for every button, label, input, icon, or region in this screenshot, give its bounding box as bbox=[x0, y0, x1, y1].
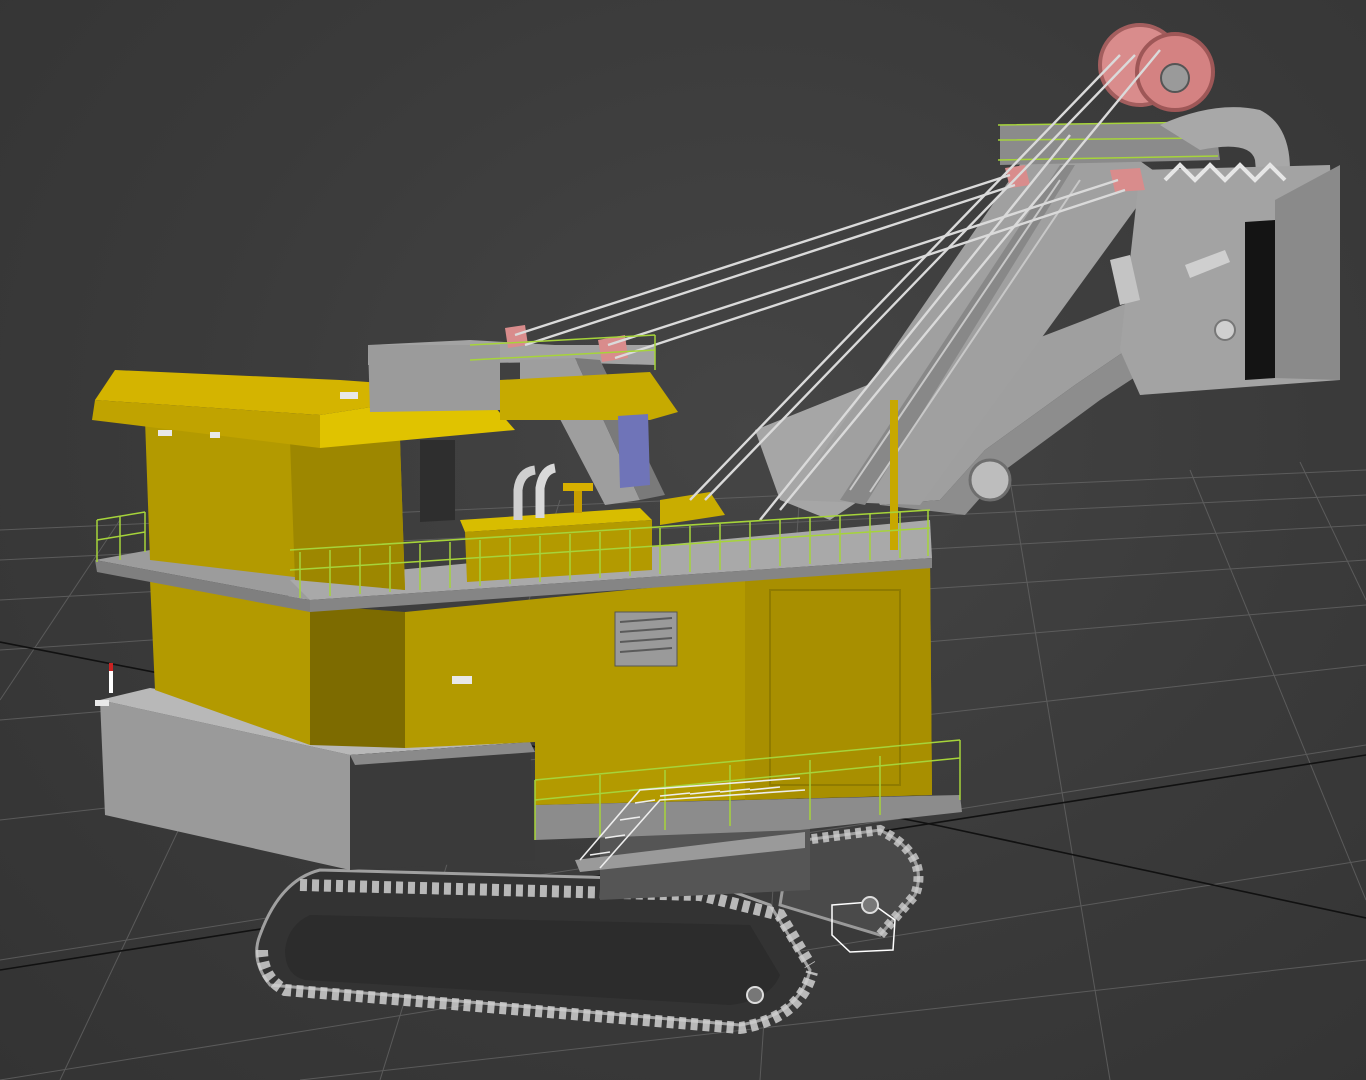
marker-pole-light bbox=[95, 700, 109, 706]
engine-cap bbox=[563, 483, 593, 491]
sheave-hub bbox=[1160, 63, 1190, 93]
grid-line bbox=[1299, 461, 1366, 601]
gantry-yellow-panel bbox=[500, 372, 678, 420]
gantry-blue-panel bbox=[618, 414, 650, 488]
boom[interactable] bbox=[755, 65, 1340, 550]
3d-viewport[interactable] bbox=[0, 0, 1366, 1080]
cab-side bbox=[290, 440, 405, 590]
dipper-bucket-inner bbox=[1245, 220, 1275, 380]
grid-line bbox=[1009, 479, 1111, 1080]
track-idler bbox=[861, 896, 879, 914]
small-sheave bbox=[505, 325, 528, 348]
house-light bbox=[452, 676, 472, 684]
cab-light bbox=[340, 392, 358, 399]
cab-light bbox=[158, 430, 172, 436]
grid-line bbox=[0, 519, 121, 701]
scene-canvas[interactable] bbox=[0, 0, 1366, 1080]
axis-line bbox=[939, 825, 1366, 919]
track-idler bbox=[746, 986, 764, 1004]
gantry-block bbox=[368, 345, 500, 412]
boom-pin bbox=[968, 458, 1012, 502]
mast-post bbox=[890, 400, 898, 550]
dipper-bucket-side bbox=[1275, 165, 1340, 380]
house-corner-face bbox=[310, 605, 405, 748]
grid-line bbox=[1189, 469, 1366, 901]
bucket-pin bbox=[1214, 319, 1236, 341]
cab-light bbox=[210, 432, 220, 438]
engine-cap-stem bbox=[574, 491, 582, 513]
exhaust-pipe bbox=[513, 465, 536, 520]
marker-pole-band bbox=[109, 663, 113, 671]
cab-window bbox=[420, 440, 455, 522]
exhaust-pipe bbox=[535, 463, 557, 518]
